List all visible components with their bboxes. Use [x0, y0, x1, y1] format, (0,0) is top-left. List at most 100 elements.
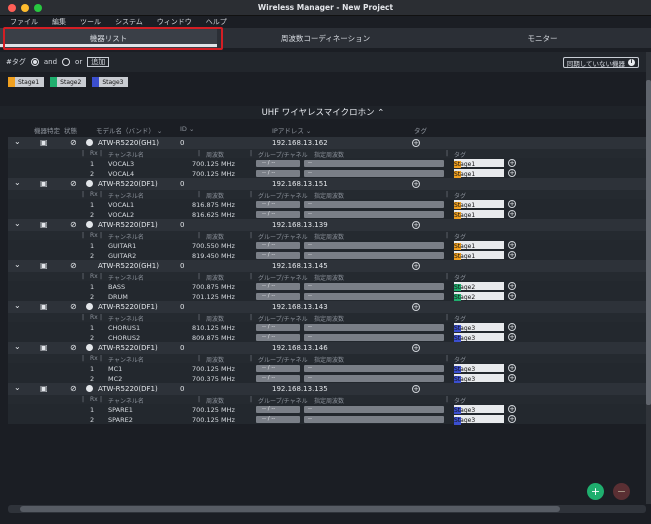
identify-icon[interactable]: ▣ [40, 384, 48, 393]
horizontal-scrollbar[interactable] [8, 505, 646, 513]
add-tag-icon[interactable]: + [508, 200, 516, 208]
group-channel-field[interactable]: -- / -- [256, 210, 300, 218]
channel-row[interactable]: 2 SPARE2 700.125 MHz -- / -- -- Stage3 + [8, 414, 646, 425]
add-tag-icon[interactable]: + [508, 415, 516, 423]
chevron-down-icon[interactable]: ⌄ [14, 178, 21, 187]
menu-item[interactable]: システム [115, 17, 143, 27]
identify-icon[interactable]: ▣ [40, 179, 48, 188]
add-tag-icon[interactable]: + [508, 282, 516, 290]
add-tag-icon[interactable]: + [412, 385, 420, 393]
menu-item[interactable]: ツール [80, 17, 101, 27]
group-channel-field[interactable]: -- / -- [256, 374, 300, 382]
add-tag-icon[interactable]: + [508, 159, 516, 167]
gear-icon[interactable] [86, 221, 93, 228]
add-tag-button[interactable]: 追加 [87, 57, 110, 67]
add-tag-icon[interactable]: + [412, 180, 420, 188]
device-row[interactable]: ⌄ ▣ ⊘ ATW-R5220(GH1) 0 192.168.13.162 + [8, 137, 646, 149]
tag-pill[interactable]: Stage1 [454, 159, 504, 169]
add-tag-icon[interactable]: + [508, 292, 516, 300]
add-tag-icon[interactable]: + [412, 262, 420, 270]
chevron-down-icon[interactable]: ⌄ [14, 383, 21, 392]
gear-icon[interactable] [86, 180, 93, 187]
add-tag-icon[interactable]: + [508, 251, 516, 259]
group-channel-field[interactable]: -- / -- [256, 251, 300, 259]
and-radio[interactable] [30, 58, 39, 66]
channel-row[interactable]: 1 CHORUS1 810.125 MHz -- / -- -- Stage3 + [8, 322, 646, 333]
tag-pill[interactable]: Stage2 [454, 292, 504, 302]
add-tag-icon[interactable]: + [412, 303, 420, 311]
channel-row[interactable]: 2 GUITAR2 819.450 MHz -- / -- -- Stage1 + [8, 250, 646, 261]
stage-tag[interactable]: Stage1 [8, 77, 45, 87]
specified-frequency-field[interactable]: -- [304, 210, 444, 218]
group-channel-field[interactable]: -- / -- [256, 364, 300, 372]
channel-row[interactable]: 2 DRUM 701.125 MHz -- / -- -- Stage2 + [8, 291, 646, 302]
stage-tag[interactable]: Stage3 [92, 77, 129, 87]
add-tag-icon[interactable]: + [508, 333, 516, 341]
tab-monitor[interactable]: モニター [434, 28, 651, 48]
specified-frequency-field[interactable]: -- [304, 374, 444, 382]
col-ctrl[interactable]: 機器特定 [34, 125, 60, 135]
add-tag-icon[interactable]: + [508, 364, 516, 372]
add-tag-icon[interactable]: + [508, 210, 516, 218]
tag-pill[interactable]: Stage3 [454, 364, 504, 374]
specified-frequency-field[interactable]: -- [304, 159, 444, 167]
add-tag-icon[interactable]: + [508, 169, 516, 177]
stage-tag[interactable]: Stage2 [50, 77, 87, 87]
tag-pill[interactable]: Stage1 [454, 169, 504, 179]
channel-row[interactable]: 1 VOCAL3 700.125 MHz -- / -- -- Stage1 + [8, 158, 646, 169]
channel-row[interactable]: 1 BASS 700.875 MHz -- / -- -- Stage2 + [8, 281, 646, 292]
col-tag[interactable]: タグ [414, 125, 427, 135]
device-row[interactable]: ⌄ ▣ ⊘ ATW-R5220(DF1) 0 192.168.13.151 + [8, 178, 646, 190]
tag-pill[interactable]: Stage3 [454, 415, 504, 425]
add-tag-icon[interactable]: + [508, 323, 516, 331]
specified-frequency-field[interactable]: -- [304, 251, 444, 259]
identify-icon[interactable]: ▣ [40, 343, 48, 352]
specified-frequency-field[interactable]: -- [304, 333, 444, 341]
group-channel-field[interactable]: -- / -- [256, 169, 300, 177]
add-tag-icon[interactable]: + [508, 374, 516, 382]
col-id[interactable]: ID ⌄ [180, 125, 194, 133]
tag-pill[interactable]: Stage3 [454, 405, 504, 415]
specified-frequency-field[interactable]: -- [304, 364, 444, 372]
channel-row[interactable]: 1 SPARE1 700.125 MHz -- / -- -- Stage3 + [8, 404, 646, 415]
device-row[interactable]: ⌄ ▣ ⊘ ATW-R5220(DF1) 0 192.168.13.139 + [8, 219, 646, 231]
specified-frequency-field[interactable]: -- [304, 292, 444, 300]
channel-row[interactable]: 1 VOCAL1 816.875 MHz -- / -- -- Stage1 + [8, 199, 646, 210]
vertical-scrollbar-thumb[interactable] [646, 80, 651, 405]
group-channel-field[interactable]: -- / -- [256, 159, 300, 167]
col-ip[interactable]: IPアドレス ⌄ [272, 125, 311, 135]
group-channel-field[interactable]: -- / -- [256, 282, 300, 290]
tag-pill[interactable]: Stage3 [454, 333, 504, 343]
group-header[interactable]: UHF ワイヤレスマイクロホン ⌃ [0, 106, 646, 119]
menu-item[interactable]: 編集 [52, 17, 66, 27]
specified-frequency-field[interactable]: -- [304, 169, 444, 177]
device-row[interactable]: ⌄ ▣ ⊘ ATW-R5220(GH1) 0 192.168.13.145 + [8, 260, 646, 272]
menu-item[interactable]: ウィンドウ [157, 17, 192, 27]
specified-frequency-field[interactable]: -- [304, 323, 444, 331]
device-row[interactable]: ⌄ ▣ ⊘ ATW-R5220(DF1) 0 192.168.13.143 + [8, 301, 646, 313]
identify-icon[interactable]: ▣ [40, 220, 48, 229]
device-row[interactable]: ⌄ ▣ ⊘ ATW-R5220(DF1) 0 192.168.13.146 + [8, 342, 646, 354]
tag-pill[interactable]: Stage2 [454, 282, 504, 292]
or-radio[interactable] [62, 58, 71, 66]
tag-pill[interactable]: Stage1 [454, 200, 504, 210]
chevron-down-icon[interactable]: ⌄ [14, 342, 21, 351]
add-tag-icon[interactable]: + [508, 241, 516, 249]
unsynced-devices-button[interactable]: 同期していない機器 i [562, 57, 639, 68]
specified-frequency-field[interactable]: -- [304, 241, 444, 249]
add-device-button[interactable]: + [587, 483, 604, 500]
add-tag-icon[interactable]: + [412, 344, 420, 352]
channel-row[interactable]: 1 MC1 700.125 MHz -- / -- -- Stage3 + [8, 363, 646, 374]
channel-row[interactable]: 2 VOCAL2 816.625 MHz -- / -- -- Stage1 + [8, 209, 646, 220]
chevron-down-icon[interactable]: ⌄ [14, 137, 21, 146]
add-tag-icon[interactable]: + [508, 405, 516, 413]
specified-frequency-field[interactable]: -- [304, 405, 444, 413]
tag-pill[interactable]: Stage3 [454, 323, 504, 333]
group-channel-field[interactable]: -- / -- [256, 415, 300, 423]
group-channel-field[interactable]: -- / -- [256, 333, 300, 341]
menu-item[interactable]: ファイル [10, 17, 38, 27]
col-model[interactable]: モデル名（バンド） ⌄ [96, 125, 162, 135]
menu-item[interactable]: ヘルプ [206, 17, 227, 27]
chevron-down-icon[interactable]: ⌄ [14, 260, 21, 269]
group-channel-field[interactable]: -- / -- [256, 292, 300, 300]
